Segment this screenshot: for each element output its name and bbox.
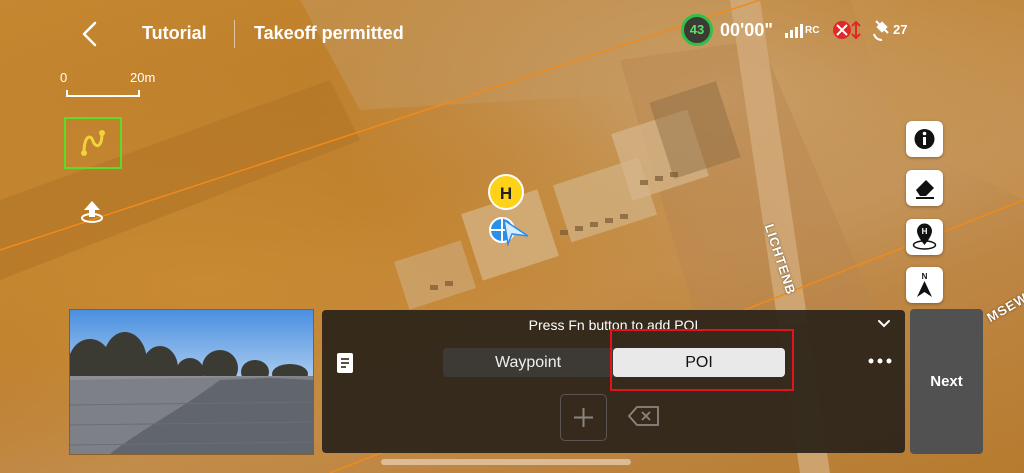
takeoff-status: Takeoff permitted <box>254 23 404 43</box>
takeoff-icon[interactable] <box>79 198 105 224</box>
home-indicator[interactable] <box>381 459 631 465</box>
satellite-icon <box>873 20 889 41</box>
home-point-button[interactable]: H <box>906 219 943 255</box>
poi-panel: Press Fn button to add POI Waypoint POI <box>322 310 905 453</box>
more-options-icon[interactable] <box>866 350 894 372</box>
flight-time: 00'00" <box>720 20 773 40</box>
obstacle-sensing-off-icon[interactable] <box>832 19 862 41</box>
divider <box>234 20 235 48</box>
add-point-button[interactable] <box>560 394 607 441</box>
svg-text:H: H <box>922 227 928 236</box>
home-point-marker[interactable]: H <box>486 172 526 212</box>
chevron-down-icon[interactable] <box>875 315 893 333</box>
info-icon <box>914 129 935 149</box>
scale-max: 20m <box>130 70 156 85</box>
plus-icon <box>574 408 593 427</box>
chevron-left-icon[interactable] <box>78 20 102 48</box>
info-button[interactable] <box>906 121 943 157</box>
mode-segmented-control: Waypoint POI <box>443 348 785 377</box>
tab-waypoint[interactable]: Waypoint <box>443 348 613 377</box>
eraser-icon <box>916 180 934 199</box>
top-bar: Tutorial Takeoff permitted 43 00'00" RC … <box>0 0 1024 68</box>
camera-preview[interactable] <box>69 309 314 455</box>
eraser-button[interactable] <box>906 170 943 206</box>
compass-label: N <box>922 272 928 281</box>
panel-hint: Press Fn button to add POI <box>528 317 699 333</box>
home-point-icon: H <box>912 223 937 250</box>
compass-icon: N <box>917 272 932 297</box>
document-icon[interactable] <box>336 352 354 374</box>
backspace-icon[interactable] <box>627 405 661 427</box>
scale-min: 0 <box>60 70 68 85</box>
battery-indicator: 43 <box>681 14 713 46</box>
rc-label: RC <box>805 25 820 36</box>
next-button[interactable]: Next <box>910 309 983 454</box>
signal-bars-icon <box>785 24 803 38</box>
scale-bar <box>66 90 140 97</box>
route-mode-button[interactable] <box>64 117 122 169</box>
camera-feed-image <box>70 310 313 454</box>
satellite-count: 27 <box>893 22 908 37</box>
tab-poi[interactable]: POI <box>613 348 785 377</box>
route-icon <box>81 130 105 156</box>
compass-button[interactable]: N <box>906 267 943 303</box>
tutorial-label[interactable]: Tutorial <box>142 23 207 44</box>
aircraft-marker <box>489 217 529 247</box>
home-marker-label: H <box>500 184 512 203</box>
